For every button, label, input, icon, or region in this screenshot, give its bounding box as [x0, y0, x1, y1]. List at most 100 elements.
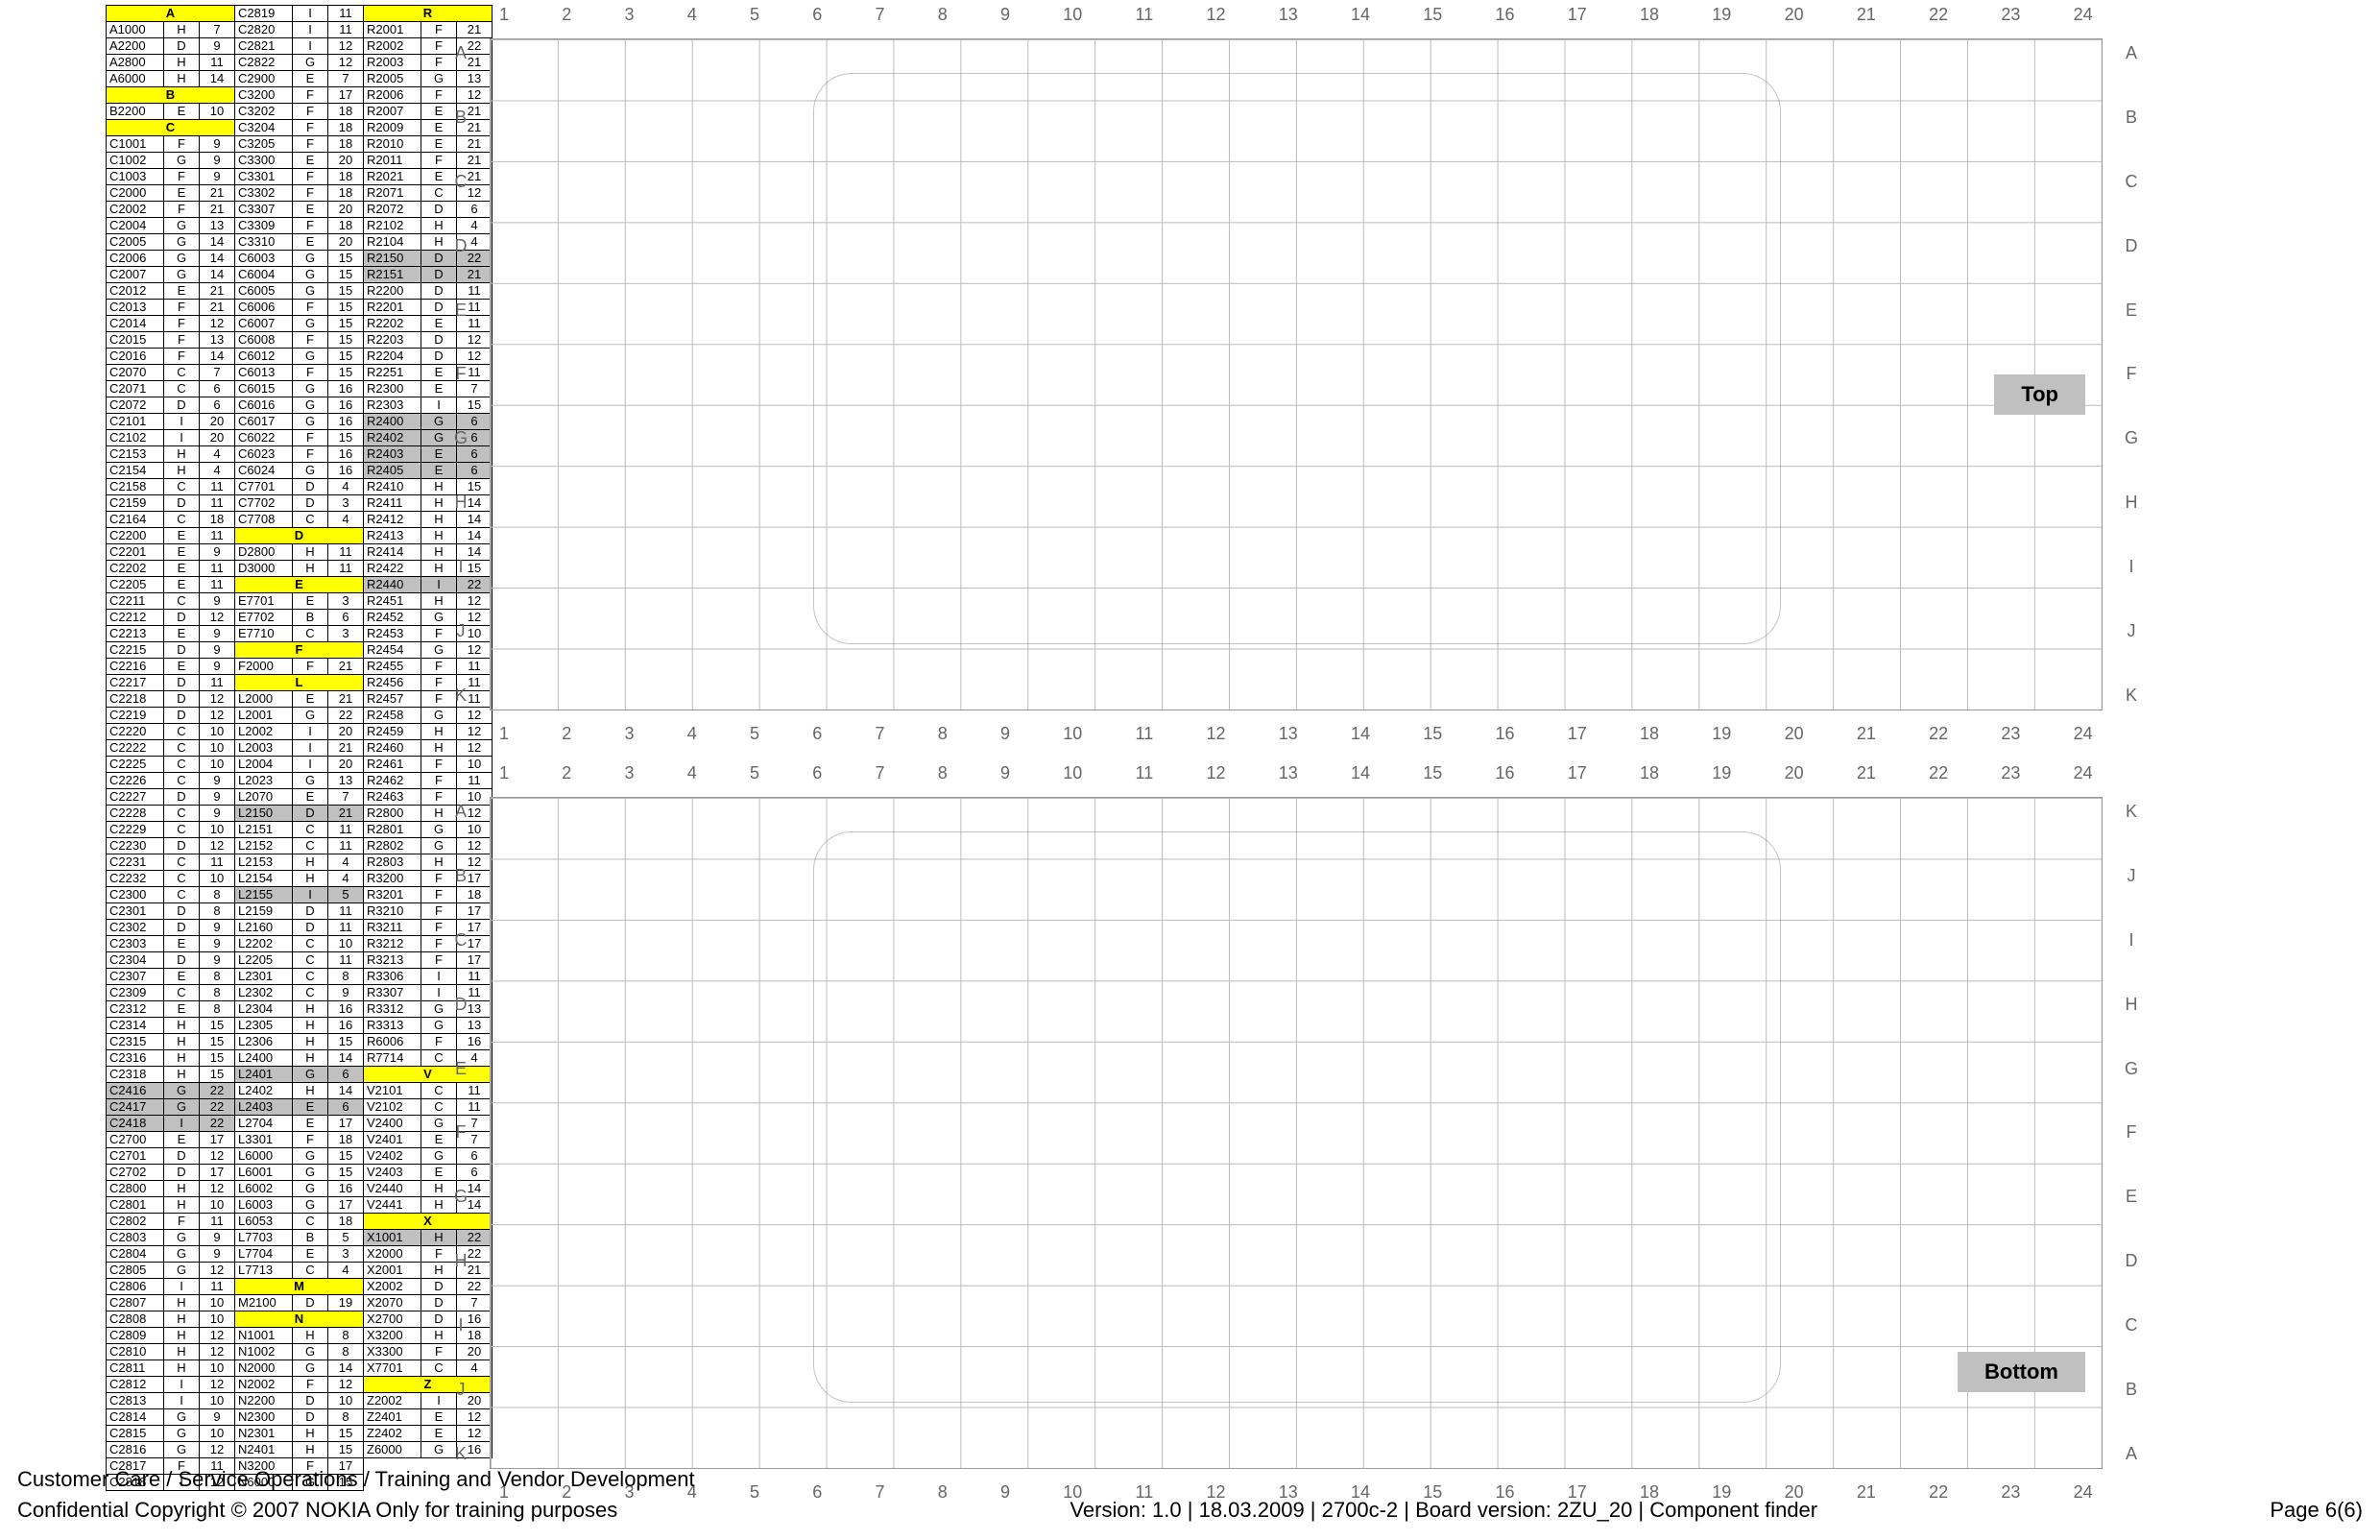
component-col: D: [164, 675, 200, 691]
component-ref: V2402: [364, 1148, 421, 1165]
component-ref: L7703: [235, 1230, 293, 1246]
component-row: 10: [200, 871, 235, 887]
component-col: I: [293, 724, 328, 740]
component-col: G: [293, 283, 328, 300]
component-row: 12: [200, 316, 235, 332]
component-col: I: [293, 22, 328, 38]
component-ref: C2016: [107, 349, 164, 365]
component-row: 4: [200, 446, 235, 463]
component-ref: C6007: [235, 316, 293, 332]
component-ref: R2803: [364, 854, 421, 871]
component-ref: R2202: [364, 316, 421, 332]
component-row: 8: [200, 969, 235, 985]
component-col: I: [293, 757, 328, 773]
component-row: 4: [328, 854, 364, 871]
component-col: C: [164, 381, 200, 397]
component-ref: R2102: [364, 218, 421, 234]
component-ref: V2102: [364, 1099, 421, 1116]
component-ref: X7701: [364, 1360, 421, 1377]
component-col: G: [293, 708, 328, 724]
component-row: 15: [328, 300, 364, 316]
component-ref: L7713: [235, 1263, 293, 1279]
component-col: C: [293, 838, 328, 854]
component-row: 9: [200, 593, 235, 610]
component-col: I: [293, 6, 328, 22]
component-row: 14: [200, 267, 235, 283]
component-ref: R2411: [364, 495, 421, 512]
component-ref: R2071: [364, 185, 421, 202]
component-ref: R2072: [364, 202, 421, 218]
component-col: E: [293, 593, 328, 610]
component-ref: N2002: [235, 1377, 293, 1393]
component-col: F: [293, 104, 328, 120]
component-row: 3: [328, 1246, 364, 1263]
component-row: 15: [328, 1426, 364, 1442]
component-row: 9: [200, 659, 235, 675]
component-ref: L6000: [235, 1148, 293, 1165]
component-ref: C3309: [235, 218, 293, 234]
component-row: 14: [200, 71, 235, 87]
component-ref: C3205: [235, 136, 293, 153]
component-ref: R3201: [364, 887, 421, 903]
component-col: E: [293, 789, 328, 806]
component-ref: C2802: [107, 1214, 164, 1230]
component-row: 17: [200, 1132, 235, 1148]
component-row: 7: [200, 365, 235, 381]
component-row: 16: [328, 1001, 364, 1018]
component-row: 10: [200, 724, 235, 740]
component-ref: C2307: [107, 969, 164, 985]
component-row: 12: [200, 1263, 235, 1279]
component-row: 11: [328, 952, 364, 969]
component-row: 13: [200, 332, 235, 349]
component-ref: L2205: [235, 952, 293, 969]
component-col: H: [164, 22, 200, 38]
component-col: D: [293, 903, 328, 920]
component-ref: C2158: [107, 479, 164, 495]
component-col: C: [164, 724, 200, 740]
component-ref: L2003: [235, 740, 293, 757]
component-ref: L2000: [235, 691, 293, 708]
component-row: 11: [200, 1279, 235, 1295]
component-col: C: [293, 969, 328, 985]
component-row: 5: [328, 1230, 364, 1246]
component-ref: C2015: [107, 332, 164, 349]
component-ref: R2201: [364, 300, 421, 316]
component-ref: V2441: [364, 1197, 421, 1214]
component-col: F: [293, 185, 328, 202]
component-ref: X2700: [364, 1311, 421, 1328]
component-ref: R2204: [364, 349, 421, 365]
component-col: D: [164, 903, 200, 920]
component-col: I: [293, 887, 328, 903]
component-row: 18: [328, 185, 364, 202]
component-col: E: [164, 283, 200, 300]
component-row: 20: [200, 430, 235, 446]
component-col: H: [293, 1426, 328, 1442]
component-row: 4: [328, 512, 364, 528]
component-col: C: [164, 854, 200, 871]
component-ref: L2023: [235, 773, 293, 789]
component-col: G: [293, 397, 328, 414]
component-row: 8: [200, 903, 235, 920]
component-ref: X2001: [364, 1263, 421, 1279]
component-ref: X3200: [364, 1328, 421, 1344]
component-col: G: [293, 1344, 328, 1360]
component-row: 15: [328, 365, 364, 381]
component-row: 20: [328, 724, 364, 740]
component-col: G: [293, 463, 328, 479]
component-row: 9: [200, 38, 235, 55]
component-row: 9: [200, 789, 235, 806]
component-ref: L2400: [235, 1050, 293, 1067]
group-header: N: [235, 1311, 364, 1328]
component-col: B: [293, 610, 328, 626]
component-col: C: [164, 773, 200, 789]
component-row: 9: [200, 153, 235, 169]
component-row: 8: [328, 969, 364, 985]
component-ref: R2203: [364, 332, 421, 349]
component-col: G: [293, 349, 328, 365]
component-ref: N2200: [235, 1393, 293, 1409]
component-col: H: [293, 1083, 328, 1099]
component-row: 9: [200, 773, 235, 789]
component-col: C: [293, 985, 328, 1001]
component-ref: C2013: [107, 300, 164, 316]
component-ref: R2002: [364, 38, 421, 55]
